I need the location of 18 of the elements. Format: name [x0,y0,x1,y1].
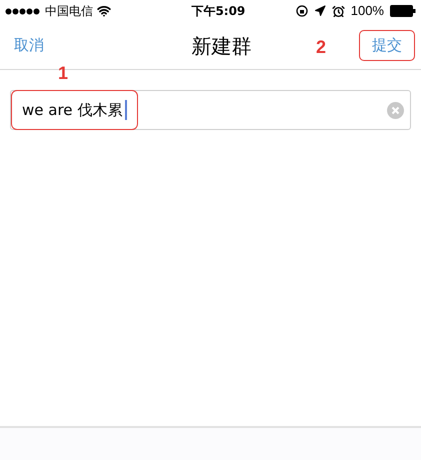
alarm-icon [332,4,345,18]
status-time: 下午5:09 [191,3,246,20]
carrier-name: 中国电信 [45,3,93,20]
text-cursor [125,100,128,120]
page-title: 新建群 [192,32,252,60]
annotation-number: 1 [58,62,68,85]
annotation-number: 2 [316,36,326,59]
group-name-field[interactable]: we are 伐木累 [10,90,411,130]
clear-icon[interactable] [387,102,404,118]
battery-percent: 100% [350,2,384,20]
submit-button[interactable]: 提交 [359,30,415,61]
rotation-lock-icon [296,5,308,17]
cancel-button[interactable]: 取消 [14,34,44,57]
field-value: we are 伐木累 [22,100,122,121]
signal-icon [5,8,41,14]
battery-icon [390,5,416,17]
location-icon [314,5,326,17]
wifi-icon [97,4,111,18]
